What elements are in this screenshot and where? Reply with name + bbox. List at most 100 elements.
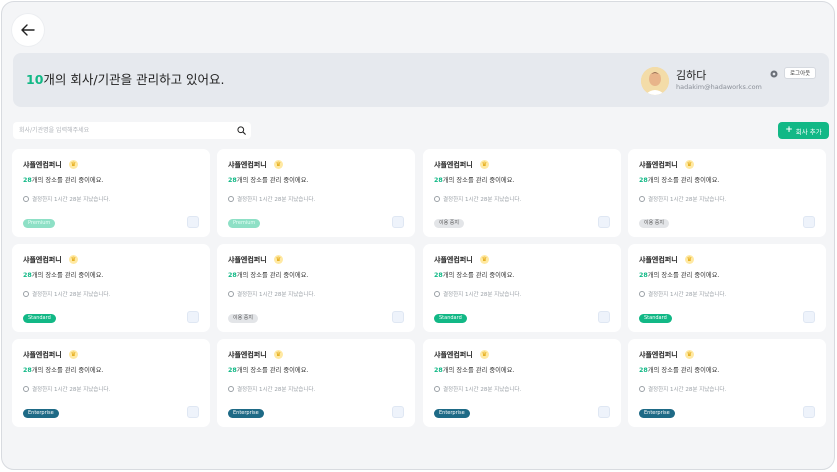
plan-badge: Standard [639,314,672,323]
place-count-text: 개의 장소를 관리 중이에요. [442,177,515,184]
place-count-text: 개의 장소를 관리 중이에요. [31,177,104,184]
elapsed-time-text: 결정한지 1시간 28분 지났습니다. [443,387,522,393]
place-count-text: 개의 장소를 관리 중이에요. [31,272,104,279]
place-count: 28 [228,272,237,279]
card-corner-icon[interactable] [803,406,815,418]
company-place-count: 28개의 장소를 관리 중이에요. [639,365,720,374]
place-count: 28 [23,272,32,279]
place-count: 28 [23,367,32,374]
card-corner-icon[interactable] [392,216,404,228]
card-corner-icon[interactable] [803,311,815,323]
search-icon[interactable] [237,126,246,135]
plan-badge: Premium [228,219,261,228]
elapsed-time-text: 결정한지 1시간 28분 지났습니다. [443,292,522,298]
crown-icon: ♛ [69,350,78,359]
clock-icon [434,386,440,392]
elapsed-time: 결정한지 1시간 28분 지났습니다. [228,385,315,393]
company-place-count: 28개의 장소를 관리 중이에요. [228,270,309,279]
card-corner-icon[interactable] [187,406,199,418]
card-corner-icon[interactable] [187,311,199,323]
card-corner-icon[interactable] [392,406,404,418]
company-card[interactable]: 샤플엔컴퍼니 ♛ 28개의 장소를 관리 중이에요. 결정한지 1시간 28분 지났습… [628,244,826,332]
plus-icon: + [785,125,793,135]
place-count: 28 [434,367,443,374]
plan-badge: Premium [23,219,56,228]
card-corner-icon[interactable] [392,311,404,323]
crown-icon: ♛ [274,255,283,264]
company-card[interactable]: 샤플엔컴퍼니 ♛ 28개의 장소를 관리 중이에요. 결정한지 1시간 28분 지났습… [217,339,415,427]
elapsed-time: 결정한지 1시간 28분 지났습니다. [639,385,726,393]
elapsed-time-text: 결정한지 1시간 28분 지났습니다. [32,387,111,393]
crown-icon: ♛ [480,160,489,169]
company-place-count: 28개의 장소를 관리 중이에요. [23,270,104,279]
place-count: 28 [639,272,648,279]
company-card[interactable]: 샤플엔컴퍼니 ♛ 28개의 장소를 관리 중이에요. 결정한지 1시간 28분 지났습… [217,149,415,237]
company-name: 샤플엔컴퍼니 [23,256,62,264]
avatar[interactable] [641,67,669,95]
user-name: 김하다 [676,69,707,82]
company-name: 샤플엔컴퍼니 [434,256,473,264]
card-corner-icon[interactable] [598,311,610,323]
clock-icon [434,291,440,297]
clock-icon [23,196,29,202]
company-card[interactable]: 샤플엔컴퍼니 ♛ 28개의 장소를 관리 중이에요. 결정한지 1시간 28분 지났습… [628,149,826,237]
place-count-text: 개의 장소를 관리 중이에요. [236,272,309,279]
add-company-button[interactable]: + 회사 추가 [778,122,829,139]
elapsed-time: 결정한지 1시간 28분 지났습니다. [434,385,521,393]
company-card[interactable]: 샤플엔컴퍼니 ♛ 28개의 장소를 관리 중이에요. 결정한지 1시간 28분 지났습… [423,244,621,332]
crown-icon: ♛ [69,255,78,264]
add-company-label: 회사 추가 [795,127,822,136]
place-count: 28 [639,177,648,184]
summary-header: 10개의 회사/기관을 관리하고 있어요. 김하다 hadakim@hadawo… [13,53,829,107]
clock-icon [639,196,645,202]
clock-icon [228,196,234,202]
user-avatar-icon [641,67,669,95]
crown-icon: ♛ [274,160,283,169]
place-count: 28 [639,367,648,374]
company-card[interactable]: 샤플엔컴퍼니 ♛ 28개의 장소를 관리 중이에요. 결정한지 1시간 28분 지났습… [12,149,210,237]
elapsed-time-text: 결정한지 1시간 28분 지났습니다. [237,387,316,393]
place-count-text: 개의 장소를 관리 중이에요. [647,272,720,279]
elapsed-time-text: 결정한지 1시간 28분 지났습니다. [648,387,727,393]
place-count-text: 개의 장소를 관리 중이에요. [236,367,309,374]
company-name: 샤플엔컴퍼니 [23,161,62,169]
elapsed-time-text: 결정한지 1시간 28분 지났습니다. [443,197,522,203]
plan-badge: Enterprise [228,409,264,418]
elapsed-time: 결정한지 1시간 28분 지났습니다. [228,195,315,203]
company-name: 샤플엔컴퍼니 [23,351,62,359]
card-corner-icon[interactable] [598,216,610,228]
elapsed-time: 결정한지 1시간 28분 지났습니다. [228,290,315,298]
company-card[interactable]: 샤플엔컴퍼니 ♛ 28개의 장소를 관리 중이에요. 결정한지 1시간 28분 지났습… [217,244,415,332]
elapsed-time: 결정한지 1시간 28분 지났습니다. [23,385,110,393]
clock-icon [23,386,29,392]
card-corner-icon[interactable] [598,406,610,418]
elapsed-time-text: 결정한지 1시간 28분 지났습니다. [237,197,316,203]
elapsed-time-text: 결정한지 1시간 28분 지났습니다. [32,197,111,203]
company-place-count: 28개의 장소를 관리 중이에요. [228,365,309,374]
crown-icon: ♛ [685,160,694,169]
company-name: 샤플엔컴퍼니 [639,256,678,264]
elapsed-time-text: 결정한지 1시간 28분 지났습니다. [32,292,111,298]
clock-icon [639,291,645,297]
user-email: hadakim@hadaworks.com [676,83,762,91]
crown-icon: ♛ [480,350,489,359]
logout-button[interactable]: 로그아웃 [784,67,817,79]
company-card[interactable]: 샤플엔컴퍼니 ♛ 28개의 장소를 관리 중이에요. 결정한지 1시간 28분 지났습… [12,339,210,427]
card-corner-icon[interactable] [187,216,199,228]
card-corner-icon[interactable] [803,216,815,228]
company-card[interactable]: 샤플엔컴퍼니 ♛ 28개의 장소를 관리 중이에요. 결정한지 1시간 28분 지났습… [423,149,621,237]
plan-badge: 이용 중지 [639,219,669,228]
settings-button[interactable] [768,68,779,79]
company-place-count: 28개의 장소를 관리 중이에요. [23,175,104,184]
company-card[interactable]: 샤플엔컴퍼니 ♛ 28개의 장소를 관리 중이에요. 결정한지 1시간 28분 지났습… [423,339,621,427]
company-card[interactable]: 샤플엔컴퍼니 ♛ 28개의 장소를 관리 중이에요. 결정한지 1시간 28분 지났습… [628,339,826,427]
elapsed-time: 결정한지 1시간 28분 지났습니다. [639,290,726,298]
place-count-text: 개의 장소를 관리 중이에요. [647,367,720,374]
back-button[interactable] [12,14,44,46]
company-card[interactable]: 샤플엔컴퍼니 ♛ 28개의 장소를 관리 중이에요. 결정한지 1시간 28분 지났습… [12,244,210,332]
search-input[interactable] [19,122,229,139]
app-window: 10개의 회사/기관을 관리하고 있어요. 김하다 hadakim@hadawo… [1,1,835,470]
clock-icon [228,291,234,297]
elapsed-time-text: 결정한지 1시간 28분 지났습니다. [648,197,727,203]
arrow-left-icon [21,24,35,36]
